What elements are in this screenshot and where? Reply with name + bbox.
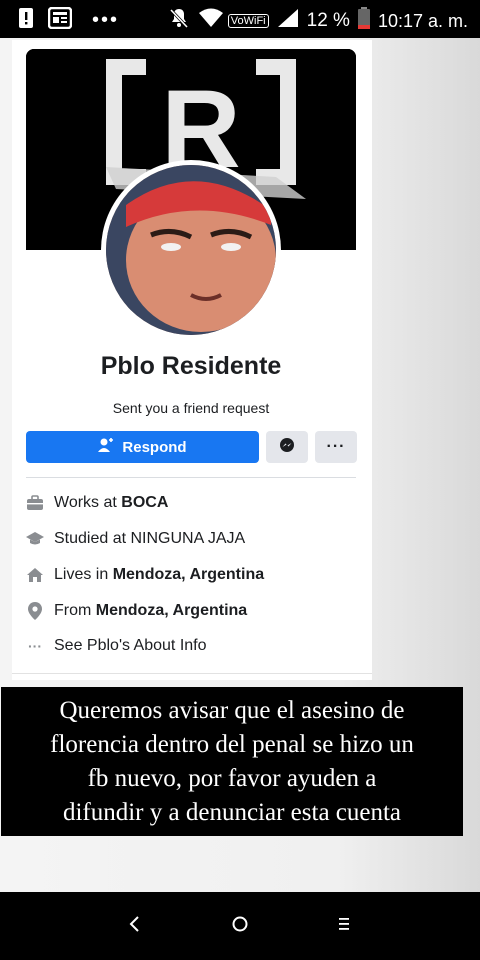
info-education-text: Studied at NINGUNA JAJA — [54, 530, 246, 547]
info-work-prefix: Works at — [54, 494, 117, 511]
message-button[interactable] — [266, 431, 308, 463]
battery-icon — [357, 7, 370, 35]
navigation-bar — [0, 892, 480, 960]
profile-name[interactable]: Pblo Residente — [26, 352, 356, 381]
divider — [26, 477, 356, 478]
clock: 10:17 a. m. — [377, 10, 468, 31]
caption-overlay: Queremos avisar que el asesino de floren… — [1, 687, 463, 836]
news-icon — [47, 6, 73, 34]
status-bar: ••• VoWiFi 12 % 10:17 a. m. — [0, 0, 480, 38]
vowifi-label: VoWiFi — [227, 14, 269, 28]
more-options-button[interactable]: ··· — [315, 431, 357, 463]
info-work-value: BOCA — [121, 494, 169, 511]
battery-percent: 12 % — [306, 10, 350, 31]
card-bottom-divider — [12, 673, 372, 674]
info-row-education[interactable]: Studied at NINGUNA JAJA — [26, 527, 356, 551]
friend-request-subtitle: Sent you a friend request — [112, 400, 270, 416]
respond-button[interactable]: Respond — [26, 431, 259, 463]
alert-icon — [18, 7, 34, 34]
info-row-work[interactable]: Works at BOCA — [26, 491, 356, 515]
ellipsis-icon: ··· — [28, 638, 42, 654]
location-pin-icon — [26, 602, 44, 620]
info-from-value: Mendoza, Argentina — [95, 602, 248, 619]
avatar[interactable] — [106, 165, 276, 335]
person-respond-icon — [98, 437, 114, 457]
info-row-lives[interactable]: Lives in Mendoza, Argentina — [26, 563, 356, 587]
info-about-link[interactable]: See Pblo's About Info — [54, 637, 207, 655]
wifi-icon — [198, 8, 224, 34]
signal-icon — [277, 8, 299, 34]
more-options-label: ··· — [326, 438, 346, 455]
mute-icon — [168, 7, 190, 35]
respond-label: Respond — [122, 438, 187, 456]
info-row-about[interactable]: ··· See Pblo's About Info — [26, 634, 356, 658]
briefcase-icon — [26, 494, 44, 512]
menu-icon[interactable] — [333, 912, 355, 936]
info-row-from[interactable]: From Mendoza, Argentina — [26, 599, 356, 623]
home-icon — [26, 566, 44, 584]
more-dots-icon: ••• — [92, 9, 120, 31]
info-lives-prefix: Lives in — [54, 566, 109, 583]
home-button-icon[interactable] — [229, 912, 251, 936]
messenger-icon — [279, 437, 295, 458]
caption-text: Queremos avisar que el asesino de floren… — [50, 696, 414, 826]
info-lives-value: Mendoza, Argentina — [112, 566, 265, 583]
graduation-cap-icon — [26, 530, 44, 548]
back-icon[interactable] — [124, 912, 146, 936]
info-from-prefix: From — [54, 602, 92, 619]
